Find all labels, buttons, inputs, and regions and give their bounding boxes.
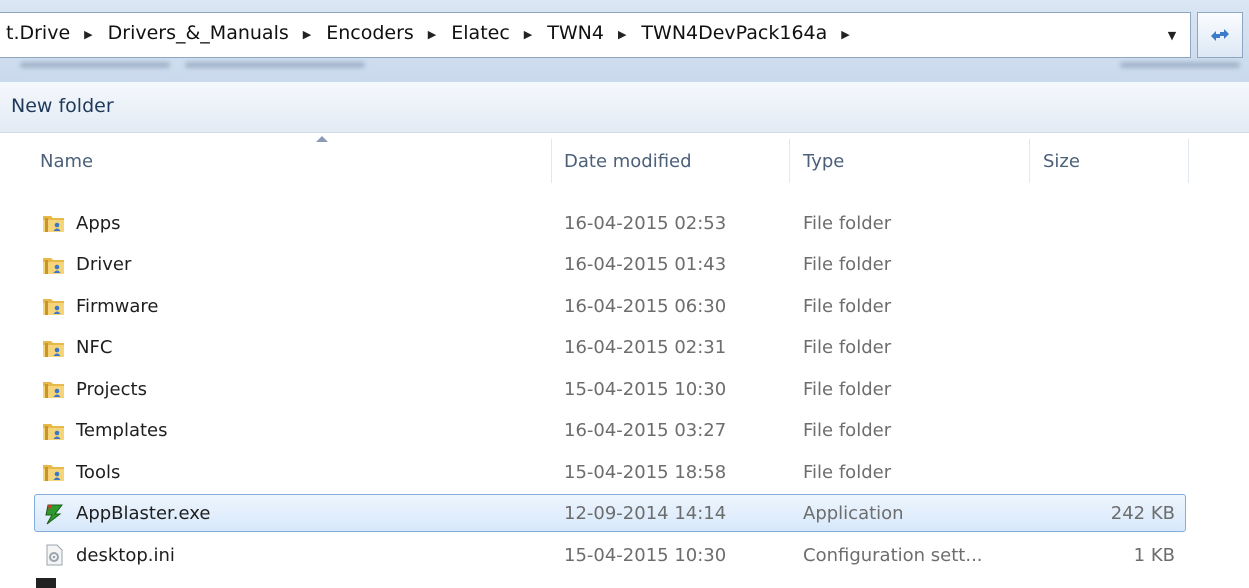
file-type: File folder bbox=[803, 420, 892, 441]
chevron-down-icon[interactable]: ▼ bbox=[1155, 13, 1189, 57]
column-divider[interactable] bbox=[1029, 139, 1030, 183]
file-name-cell[interactable]: Apps bbox=[42, 204, 121, 242]
address-bar-area: t.Drive ▶ Drivers_&_Manuals ▶ Encoders ▶… bbox=[0, 0, 1249, 82]
file-name-cell[interactable]: Projects bbox=[42, 370, 147, 408]
file-name: Firmware bbox=[76, 295, 159, 317]
column-header-size-label: Size bbox=[1043, 150, 1080, 172]
breadcrumb-item-devpack[interactable]: TWN4DevPack164a bbox=[639, 22, 829, 44]
address-bar-shadow bbox=[1120, 62, 1240, 68]
file-size: 1 KB bbox=[1133, 544, 1175, 566]
file-date: 15-04-2015 10:30 bbox=[564, 544, 727, 566]
file-row[interactable]: Firmware 16-04-2015 06:30 File folder bbox=[34, 286, 1186, 324]
column-header-size[interactable]: Size bbox=[1043, 133, 1188, 189]
file-name-cell[interactable]: Driver bbox=[42, 246, 131, 284]
breadcrumb-item-twn4[interactable]: TWN4 bbox=[545, 22, 606, 44]
breadcrumb-arrow-icon[interactable]: ▶ bbox=[84, 28, 92, 41]
command-toolbar: New folder bbox=[0, 82, 1249, 133]
file-date: 12-09-2014 14:14 bbox=[564, 503, 727, 524]
folder-icon bbox=[42, 253, 66, 277]
column-header-type-label: Type bbox=[803, 150, 845, 172]
file-name: AppBlaster.exe bbox=[76, 503, 211, 524]
breadcrumb-item-drive[interactable]: t.Drive bbox=[4, 22, 72, 44]
breadcrumb-item-elatec[interactable]: Elatec bbox=[449, 22, 512, 44]
file-row[interactable]: Templates 16-04-2015 03:27 File folder bbox=[34, 411, 1186, 449]
new-folder-button[interactable]: New folder bbox=[11, 95, 114, 117]
folder-icon bbox=[42, 211, 66, 235]
column-header-date[interactable]: Date modified bbox=[564, 133, 789, 189]
column-header-type[interactable]: Type bbox=[803, 133, 1028, 189]
file-type: File folder bbox=[803, 378, 892, 400]
breadcrumb-arrow-icon[interactable]: ▶ bbox=[303, 28, 311, 41]
file-date: 16-04-2015 06:30 bbox=[564, 295, 727, 317]
breadcrumb-item-encoders[interactable]: Encoders bbox=[324, 22, 416, 44]
address-bar-shadow bbox=[20, 62, 170, 68]
file-name-cell[interactable]: AppBlaster.exe bbox=[42, 495, 210, 533]
file-name-cell[interactable]: Templates bbox=[42, 412, 168, 450]
file-name: Tools bbox=[76, 461, 121, 483]
folder-icon bbox=[42, 336, 66, 360]
file-row[interactable]: Projects 15-04-2015 10:30 File folder bbox=[34, 369, 1186, 407]
folder-icon bbox=[42, 294, 66, 318]
file-date: 15-04-2015 18:58 bbox=[564, 461, 727, 483]
file-type: File folder bbox=[803, 461, 892, 483]
file-name: Templates bbox=[76, 420, 168, 441]
file-date: 16-04-2015 03:27 bbox=[564, 420, 727, 441]
config-file-icon bbox=[42, 543, 66, 567]
breadcrumb-item-drivers-manuals[interactable]: Drivers_&_Manuals bbox=[106, 22, 291, 44]
refresh-icon[interactable] bbox=[1197, 12, 1243, 58]
file-size: 242 KB bbox=[1110, 503, 1175, 524]
file-type: File folder bbox=[803, 295, 892, 317]
file-row[interactable]: AppBlaster.exe 12-09-2014 14:14 Applicatio… bbox=[34, 493, 1186, 533]
column-header-row: Name Date modified Type Size bbox=[0, 133, 1249, 189]
folder-icon bbox=[42, 419, 66, 443]
breadcrumb-arrow-icon[interactable]: ▶ bbox=[841, 28, 849, 41]
file-date: 16-04-2015 02:53 bbox=[564, 212, 727, 234]
file-row[interactable]: NFC 16-04-2015 02:31 File folder bbox=[34, 328, 1186, 366]
application-icon bbox=[42, 502, 66, 526]
file-date: 16-04-2015 01:43 bbox=[564, 254, 727, 275]
column-header-name[interactable]: Name bbox=[40, 133, 550, 189]
folder-icon bbox=[42, 460, 66, 484]
file-type: Configuration sett... bbox=[803, 544, 983, 566]
file-name-cell[interactable]: NFC bbox=[42, 329, 112, 367]
column-header-name-label: Name bbox=[40, 150, 94, 172]
folder-icon bbox=[42, 377, 66, 401]
column-divider[interactable] bbox=[789, 139, 790, 183]
file-name-cell[interactable]: Firmware bbox=[42, 287, 159, 325]
breadcrumb-arrow-icon[interactable]: ▶ bbox=[428, 28, 436, 41]
column-divider[interactable] bbox=[551, 139, 552, 183]
file-name: NFC bbox=[76, 337, 113, 358]
file-type: File folder bbox=[803, 212, 892, 234]
file-row[interactable]: desktop.ini 15-04-2015 10:30 Configuration… bbox=[34, 535, 1186, 573]
file-type: Application bbox=[803, 503, 904, 524]
partial-file-icon bbox=[36, 578, 56, 588]
address-bar-shadow bbox=[185, 62, 365, 68]
file-name: Apps bbox=[76, 212, 121, 234]
file-row[interactable]: Apps 16-04-2015 02:53 File folder bbox=[34, 203, 1186, 241]
file-type: File folder bbox=[803, 337, 892, 358]
file-name-cell[interactable]: desktop.ini bbox=[42, 536, 175, 574]
file-type: File folder bbox=[803, 254, 892, 275]
column-header-date-label: Date modified bbox=[564, 150, 692, 172]
file-name: desktop.ini bbox=[76, 544, 175, 566]
sort-ascending-icon bbox=[316, 136, 328, 142]
file-date: 15-04-2015 10:30 bbox=[564, 378, 727, 400]
address-bar[interactable]: t.Drive ▶ Drivers_&_Manuals ▶ Encoders ▶… bbox=[0, 12, 1191, 58]
breadcrumb-arrow-icon[interactable]: ▶ bbox=[618, 28, 626, 41]
file-row[interactable]: Tools 15-04-2015 18:58 File folder bbox=[34, 452, 1186, 490]
file-name: Driver bbox=[76, 254, 132, 275]
breadcrumb: t.Drive ▶ Drivers_&_Manuals ▶ Encoders ▶… bbox=[4, 22, 863, 44]
column-divider[interactable] bbox=[1188, 139, 1189, 183]
file-name: Projects bbox=[76, 378, 147, 400]
file-name-cell[interactable]: Tools bbox=[42, 453, 120, 491]
file-date: 16-04-2015 02:31 bbox=[564, 337, 727, 358]
breadcrumb-arrow-icon[interactable]: ▶ bbox=[524, 28, 532, 41]
file-row[interactable]: Driver 16-04-2015 01:43 File folder bbox=[34, 245, 1186, 283]
